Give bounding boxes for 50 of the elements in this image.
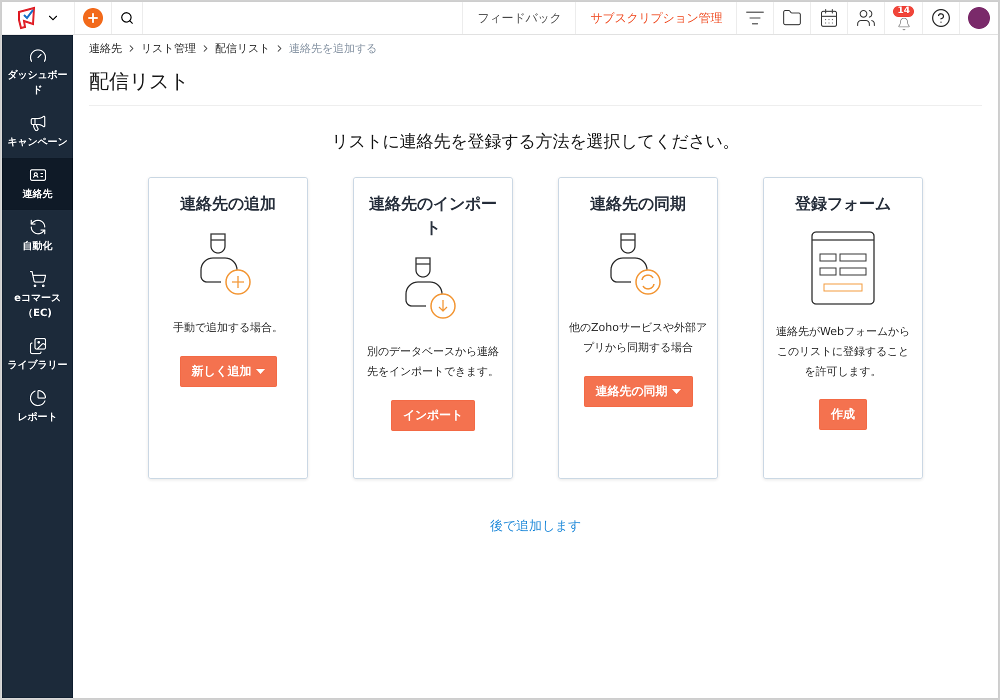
id-card-icon bbox=[28, 166, 46, 184]
refresh-icon bbox=[28, 218, 46, 236]
breadcrumb-link[interactable]: リスト管理 bbox=[141, 41, 196, 56]
sidebar-label: ダッシュボード bbox=[6, 68, 68, 98]
web-form-icon bbox=[810, 230, 876, 306]
users-icon[interactable] bbox=[856, 8, 876, 28]
feedback-link[interactable]: フィードバック bbox=[463, 2, 576, 34]
sidebar-label: ライブラリー bbox=[8, 358, 68, 373]
sidebar-label: eコマース（EC) bbox=[13, 292, 62, 321]
card-title: 登録フォーム bbox=[795, 193, 891, 215]
images-icon bbox=[28, 337, 46, 355]
sidebar-item[interactable]: レポート bbox=[2, 381, 73, 433]
notification-icon[interactable] bbox=[896, 16, 911, 30]
help-icon[interactable] bbox=[931, 8, 951, 28]
plus-icon bbox=[86, 11, 100, 25]
megaphone-icon bbox=[28, 114, 46, 132]
subscription-link[interactable]: サブスクリプション管理 bbox=[576, 2, 738, 34]
breadcrumb-current: 連絡先を追加する bbox=[289, 41, 377, 56]
folder-icon[interactable] bbox=[782, 8, 802, 28]
cart-icon bbox=[28, 270, 46, 288]
sidebar-item[interactable]: eコマース（EC) bbox=[2, 262, 73, 329]
card-title: 連絡先の追加 bbox=[180, 193, 276, 215]
sidebar-item[interactable]: 自動化 bbox=[2, 210, 73, 262]
create-button[interactable] bbox=[83, 8, 103, 28]
card-title: 連絡先のインポート bbox=[368, 193, 498, 239]
search-icon[interactable] bbox=[120, 11, 134, 25]
card-description: 別のデータベースから連絡先をインポートできます。 bbox=[366, 344, 500, 380]
sidebar-label: レポート bbox=[18, 411, 58, 425]
calendar-icon[interactable] bbox=[819, 8, 840, 28]
caret-icon bbox=[256, 368, 264, 374]
sidebar-item[interactable]: ダッシュボード bbox=[2, 39, 73, 106]
page-title: 配信リスト bbox=[89, 68, 982, 106]
sidebar-label: 連絡先 bbox=[22, 188, 52, 202]
sidebar-label: 自動化 bbox=[22, 240, 52, 254]
notification-count: 14 bbox=[893, 6, 914, 16]
avatar[interactable] bbox=[968, 7, 990, 29]
sidebar-item[interactable]: キャンペーン bbox=[2, 106, 73, 158]
caret-icon bbox=[672, 388, 680, 394]
sidebar-item[interactable]: 連絡先 bbox=[2, 158, 73, 210]
card-title: 連絡先の同期 bbox=[590, 193, 686, 215]
sidebar-label: キャンペーン bbox=[8, 136, 68, 150]
card-description: 手動で追加する場合。 bbox=[173, 320, 283, 336]
sidebar-item[interactable]: ライブラリー bbox=[2, 329, 73, 381]
gauge-icon bbox=[28, 47, 46, 65]
breadcrumb-link[interactable]: 配信リスト bbox=[215, 41, 270, 56]
card-description: 連絡先がWebフォームからこのリストに登録することを許可します。 bbox=[775, 324, 911, 380]
breadcrumb-link[interactable]: 連絡先 bbox=[89, 41, 122, 56]
instruction-text: リストに連絡先を登録する方法を選択してください。 bbox=[330, 131, 740, 153]
pie-chart-icon bbox=[28, 389, 46, 407]
card-description: 他のZohoサービスや外部アプリから同期する場合 bbox=[569, 320, 707, 356]
